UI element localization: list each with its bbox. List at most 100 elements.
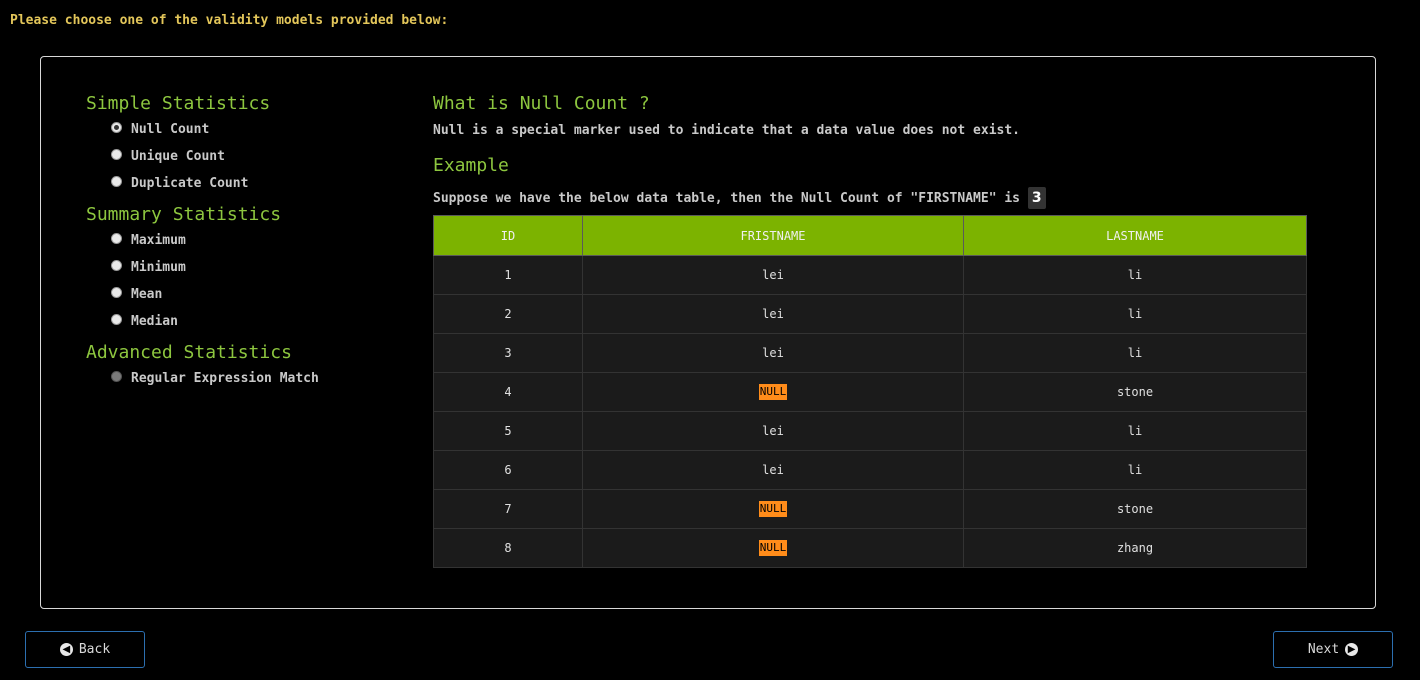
table-row: 8 NULL zhang	[433, 528, 1307, 568]
null-count-badge: 3	[1027, 187, 1046, 209]
table-row: 6 lei li	[433, 450, 1307, 490]
table-cell: li	[963, 294, 1307, 334]
cell-value: zhang	[1116, 541, 1154, 555]
back-button[interactable]: ◀ Back	[25, 631, 145, 668]
table-cell: 1	[433, 255, 583, 295]
table-cell: li	[963, 450, 1307, 490]
group-title: Simple Statistics	[86, 93, 271, 114]
radio-button[interactable]	[111, 176, 122, 187]
model-option[interactable]: Duplicate Count	[86, 170, 386, 197]
table-row: 5 lei li	[433, 411, 1307, 451]
cell-value: li	[1127, 268, 1143, 282]
model-option-label: Unique Count	[131, 149, 225, 164]
table-row: 7 NULL stone	[433, 489, 1307, 529]
table-cell: lei	[582, 411, 964, 451]
model-option-label: Maximum	[131, 233, 186, 248]
cell-value: 6	[504, 463, 512, 477]
cell-value: lei	[762, 346, 784, 360]
column-header-lastname: LASTNAME	[963, 215, 1307, 256]
table-cell: 2	[433, 294, 583, 334]
table-cell: 6	[433, 450, 583, 490]
page-title: Please choose one of the validity models…	[10, 13, 449, 28]
example-title: Example	[433, 155, 509, 176]
table-cell: li	[963, 411, 1307, 451]
model-option[interactable]: Median	[86, 308, 386, 335]
cell-value: li	[1127, 307, 1143, 321]
radio-button[interactable]	[111, 122, 122, 133]
table-cell: zhang	[963, 528, 1307, 568]
example-text: Suppose we have the below data table, th…	[433, 191, 1020, 206]
radio-button	[111, 371, 122, 382]
model-option-label: Duplicate Count	[131, 176, 249, 191]
table-cell: lei	[582, 294, 964, 334]
table-cell: stone	[963, 372, 1307, 412]
group-title: Advanced Statistics	[86, 342, 292, 363]
table-cell: NULL	[582, 372, 964, 412]
cell-value: li	[1127, 346, 1143, 360]
example-text-row: Suppose we have the below data table, th…	[433, 187, 1307, 209]
back-button-label: Back	[78, 642, 111, 657]
cell-value: stone	[1116, 385, 1154, 399]
detail-description: Null is a special marker used to indicat…	[433, 123, 1020, 138]
model-option-label: Median	[131, 314, 178, 329]
cell-value: 3	[504, 346, 512, 360]
table-cell: li	[963, 333, 1307, 373]
table-row: 4 NULL stone	[433, 372, 1307, 412]
cell-value: lei	[762, 307, 784, 321]
arrow-right-circle-icon: ▶	[1345, 643, 1359, 656]
table-cell: stone	[963, 489, 1307, 529]
radio-button[interactable]	[111, 149, 122, 160]
column-header-firstname: FRISTNAME	[582, 215, 964, 256]
radio-button[interactable]	[111, 314, 122, 325]
model-option[interactable]: Null Count	[86, 116, 386, 143]
cell-value: lei	[762, 463, 784, 477]
table-row: 1 lei li	[433, 255, 1307, 295]
model-option-label: Minimum	[131, 260, 186, 275]
model-detail: What is Null Count ? Null is a special m…	[433, 92, 1307, 568]
model-option[interactable]: Maximum	[86, 227, 386, 254]
model-option-label: Null Count	[131, 122, 210, 137]
next-button[interactable]: Next ▶	[1273, 631, 1393, 668]
radio-button[interactable]	[111, 260, 122, 271]
cell-value: 5	[504, 424, 512, 438]
model-list: Simple Statistics Null Count Unique Count D…	[86, 92, 386, 392]
model-option[interactable]: Minimum	[86, 254, 386, 281]
arrow-left-circle-icon: ◀	[59, 643, 73, 656]
table-cell: 7	[433, 489, 583, 529]
cell-value: lei	[762, 424, 784, 438]
cell-value: 2	[504, 307, 512, 321]
table-row: 3 lei li	[433, 333, 1307, 373]
cell-value: li	[1127, 463, 1143, 477]
table-cell: NULL	[582, 528, 964, 568]
model-option: Regular Expression Match	[86, 365, 386, 392]
table-cell: 8	[433, 528, 583, 568]
table-cell: lei	[582, 450, 964, 490]
table-cell: 4	[433, 372, 583, 412]
cell-value: stone	[1116, 502, 1154, 516]
model-option-label: Regular Expression Match	[131, 371, 319, 386]
detail-title: What is Null Count ?	[433, 93, 650, 114]
model-option[interactable]: Unique Count	[86, 143, 386, 170]
radio-button[interactable]	[111, 233, 122, 244]
cell-value: 7	[504, 502, 512, 516]
model-option[interactable]: Mean	[86, 281, 386, 308]
table-cell: lei	[582, 255, 964, 295]
null-badge: NULL	[758, 501, 788, 517]
null-badge: NULL	[758, 540, 788, 556]
cell-value: li	[1127, 424, 1143, 438]
example-data-table: ID FRISTNAME LASTNAME 1 lei li 2 lei li 3 lei li…	[433, 215, 1307, 568]
table-cell: 5	[433, 411, 583, 451]
column-header-id: ID	[433, 215, 583, 256]
table-cell: lei	[582, 333, 964, 373]
radio-button[interactable]	[111, 287, 122, 298]
table-row: 2 lei li	[433, 294, 1307, 334]
table-cell: li	[963, 255, 1307, 295]
cell-value: 1	[504, 268, 512, 282]
group-title: Summary Statistics	[86, 204, 282, 225]
table-cell: 3	[433, 333, 583, 373]
model-option-label: Mean	[131, 287, 163, 302]
cell-value: 4	[504, 385, 512, 399]
table-header-row: ID FRISTNAME LASTNAME	[433, 215, 1307, 256]
null-badge: NULL	[758, 384, 788, 400]
cell-value: lei	[762, 268, 784, 282]
